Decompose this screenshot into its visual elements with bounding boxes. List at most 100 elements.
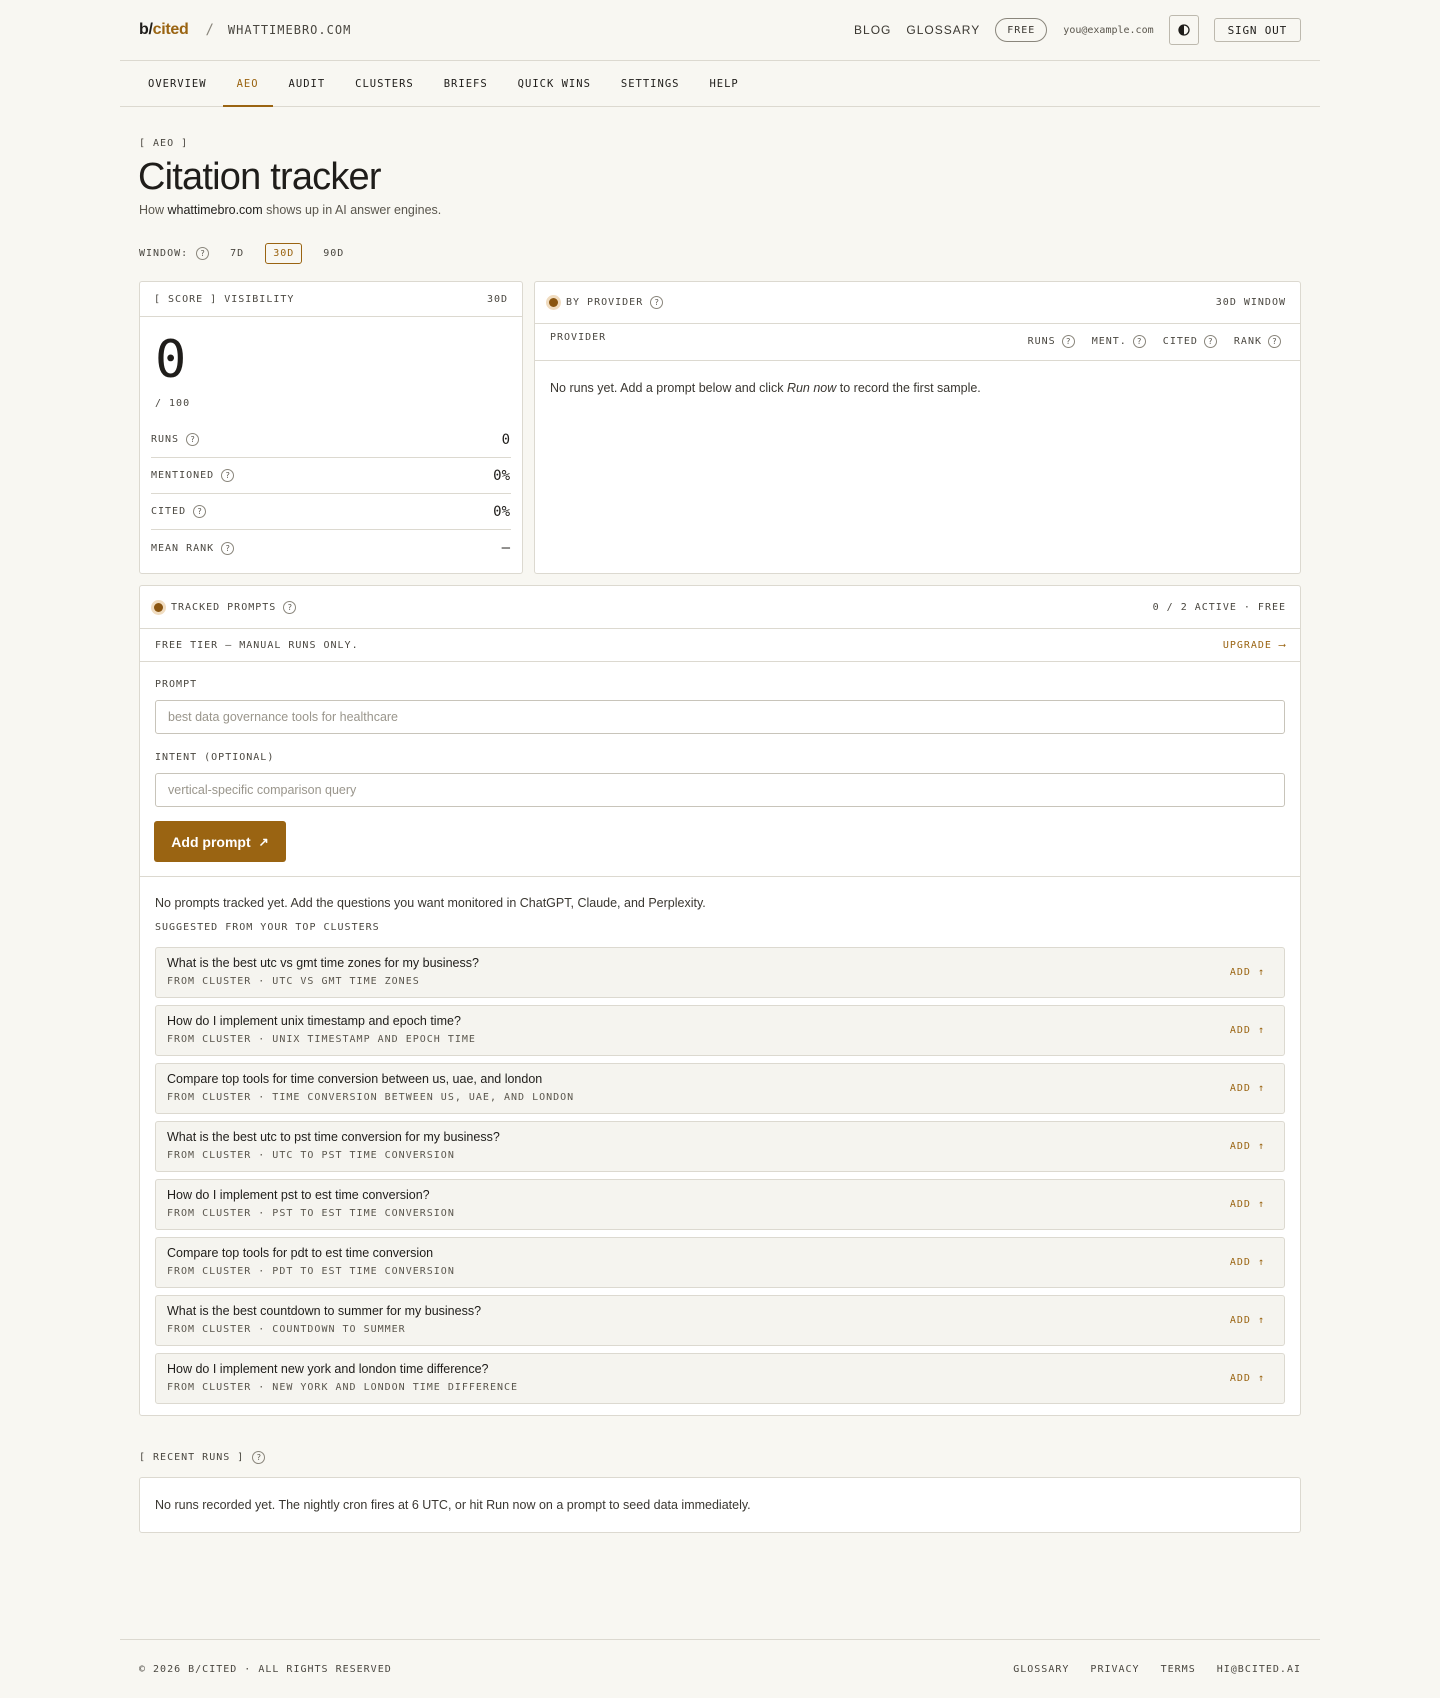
list-item: Compare top tools for pdt to est time co… [155, 1237, 1285, 1288]
score-out-of: / 100 [155, 398, 191, 409]
list-item: What is the best countdown to summer for… [155, 1295, 1285, 1346]
add-suggestion-button[interactable]: ADD ↑ [1230, 1373, 1265, 1384]
page-title: Citation tracker [138, 156, 382, 198]
copyright: © 2026 B/CITED · ALL RIGHTS RESERVED [139, 1663, 392, 1675]
provider-card-header: BY PROVIDER? 30D WINDOW [535, 282, 1300, 324]
theme-toggle-button[interactable] [1168, 15, 1199, 45]
provider-table-header: PROVIDER RUNS? MENT.? CITED? RANK? [535, 324, 1300, 361]
tracked-status: 0 / 2 ACTIVE · FREE [1152, 601, 1286, 613]
prompt-input[interactable] [155, 700, 1285, 734]
upgrade-link[interactable]: UPGRADE ⟶ [1223, 640, 1286, 651]
stat-value: — [501, 540, 510, 556]
tab-quick-wins[interactable]: QUICK WINS [504, 61, 605, 106]
question-circle-icon[interactable]: ? [196, 247, 210, 260]
dot-icon [549, 298, 558, 307]
add-prompt-label: Add prompt [171, 833, 251, 850]
question-circle-icon[interactable]: ? [1268, 335, 1281, 348]
suggestion-cluster: FROM CLUSTER · TIME CONVERSION BETWEEN U… [167, 1092, 575, 1103]
suggestion-list: What is the best utc vs gmt time zones f… [155, 947, 1285, 1411]
footer-link-glossary[interactable]: GLOSSARY [1013, 1664, 1069, 1675]
column-provider: PROVIDER [550, 332, 607, 343]
tab-overview[interactable]: OVERVIEW [134, 61, 221, 106]
glossary-link[interactable]: GLOSSARY [906, 23, 980, 37]
question-circle-icon[interactable]: ? [1132, 335, 1146, 348]
add-suggestion-button[interactable]: ADD ↑ [1230, 1199, 1265, 1210]
recent-runs-empty-state: No runs recorded yet. The nightly cron f… [155, 1498, 751, 1512]
question-circle-icon[interactable]: ? [1061, 335, 1075, 348]
window-label: WINDOW: [139, 248, 189, 259]
window-option-30d[interactable]: 30D [265, 243, 303, 264]
page-subtitle: How whattimebro.com shows up in AI answe… [139, 203, 441, 217]
suggestion-question: How do I implement unix timestamp and ep… [167, 1014, 461, 1028]
question-circle-icon[interactable]: ? [252, 1451, 266, 1464]
column-runs: RUNS? [1028, 335, 1075, 348]
question-circle-icon[interactable]: ? [186, 433, 200, 446]
logo-prefix: b/ [139, 21, 153, 38]
arrow-up-right-icon: ↗ [258, 834, 269, 849]
half-circle-contrast-icon [1177, 24, 1190, 36]
question-circle-icon[interactable]: ? [193, 505, 207, 518]
tab-help[interactable]: HELP [695, 61, 752, 106]
column-label: RUNS [1027, 336, 1056, 347]
question-circle-icon[interactable]: ? [221, 469, 235, 482]
tab-audit[interactable]: AUDIT [275, 61, 340, 106]
stat-label: CITED? [151, 505, 207, 518]
suggestion-cluster: FROM CLUSTER · COUNTDOWN TO SUMMER [167, 1324, 406, 1335]
add-suggestion-button[interactable]: ADD ↑ [1230, 1025, 1265, 1036]
prompts-empty-state: No prompts tracked yet. Add the question… [155, 896, 706, 910]
stat-value: 0 [501, 431, 510, 448]
subtitle-domain: whattimebro.com [167, 203, 263, 217]
suggestion-cluster: FROM CLUSTER · UTC TO PST TIME CONVERSIO… [167, 1150, 455, 1161]
empty-text: to record the first sample. [836, 381, 981, 395]
suggestion-cluster: FROM CLUSTER · NEW YORK AND LONDON TIME … [167, 1382, 519, 1393]
stat-row-runs: RUNS? 0 [151, 422, 511, 458]
question-circle-icon[interactable]: ? [221, 541, 235, 555]
sign-out-button[interactable]: SIGN OUT [1213, 18, 1301, 42]
question-circle-icon[interactable]: ? [650, 296, 664, 309]
score-card-window: 30D [486, 293, 508, 305]
window-option-90d[interactable]: 90D [315, 243, 352, 264]
suggestion-cluster: FROM CLUSTER · PDT TO EST TIME CONVERSIO… [167, 1266, 455, 1277]
stat-label: RUNS? [151, 433, 200, 446]
window-option-7d[interactable]: 7D [222, 243, 252, 264]
add-suggestion-button[interactable]: ADD ↑ [1230, 967, 1265, 978]
suggestion-question: Compare top tools for pdt to est time co… [167, 1246, 434, 1260]
logo[interactable]: b/cited [139, 21, 189, 39]
add-suggestion-button[interactable]: ADD ↑ [1230, 1141, 1265, 1152]
tab-aeo[interactable]: AEO [222, 61, 273, 107]
score-card-title: [ SCORE ] VISIBILITY [154, 293, 295, 305]
stat-label: MEAN RANK? [151, 541, 235, 555]
question-circle-icon[interactable]: ? [1203, 335, 1217, 348]
question-circle-icon[interactable]: ? [283, 600, 297, 614]
column-rank: RANK? [1234, 335, 1281, 348]
prompt-label: PROMPT [155, 679, 198, 690]
score-stats: RUNS? 0 MENTIONED? 0% CITED? 0% MEAN RAN… [151, 422, 511, 566]
add-prompt-button[interactable]: Add prompt ↗ [154, 821, 286, 862]
intent-label: INTENT (OPTIONAL) [155, 752, 275, 763]
add-suggestion-button[interactable]: ADD ↑ [1230, 1315, 1265, 1326]
add-suggestion-button[interactable]: ADD ↑ [1230, 1257, 1265, 1268]
suggestion-question: How do I implement pst to est time conve… [167, 1188, 430, 1202]
footer-link-privacy[interactable]: PRIVACY [1090, 1664, 1139, 1675]
add-suggestion-button[interactable]: ADD ↑ [1230, 1083, 1265, 1094]
blog-link[interactable]: BLOG [854, 23, 891, 37]
breadcrumb-separator: / [205, 22, 214, 38]
empty-text: No runs yet. Add a prompt below and clic… [550, 381, 787, 395]
stat-label-text: CITED [151, 506, 187, 517]
subtitle-prefix: How [139, 203, 168, 217]
empty-emphasis: Run now [786, 381, 837, 395]
site-domain[interactable]: WHATTIMEBRO.COM [228, 23, 351, 37]
footer-link-email[interactable]: HI@BCITED.AI [1217, 1664, 1301, 1675]
footer-link-terms[interactable]: TERMS [1161, 1664, 1196, 1675]
tab-briefs[interactable]: BRIEFS [430, 61, 502, 106]
by-provider-card: BY PROVIDER? 30D WINDOW PROVIDER RUNS? M… [534, 281, 1301, 574]
recent-runs-header: [ RECENT RUNS ] ? [139, 1451, 266, 1464]
column-cited: CITED? [1163, 335, 1217, 348]
tab-settings[interactable]: SETTINGS [607, 61, 694, 106]
provider-card-window: 30D WINDOW [1215, 297, 1286, 308]
tab-clusters[interactable]: CLUSTERS [341, 61, 428, 106]
stat-label: MENTIONED? [151, 469, 235, 482]
intent-input[interactable] [155, 773, 1285, 807]
tracked-card-header: TRACKED PROMPTS? 0 / 2 ACTIVE · FREE [140, 586, 1300, 629]
main-nav: OVERVIEW AEO AUDIT CLUSTERS BRIEFS QUICK… [120, 61, 1320, 107]
